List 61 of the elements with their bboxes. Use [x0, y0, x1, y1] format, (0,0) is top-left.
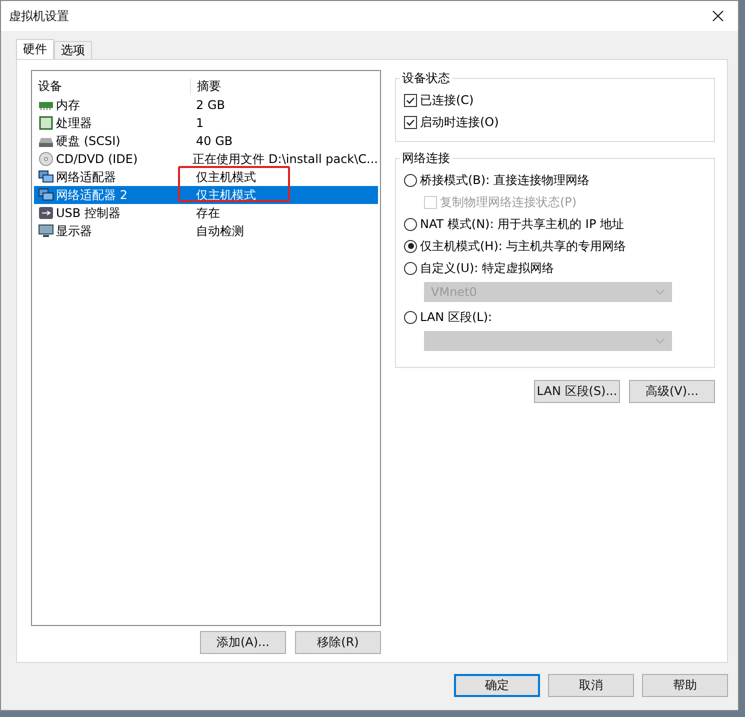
device-summary: 2 GB [195, 98, 225, 112]
disc-icon [38, 152, 54, 166]
device-summary: 正在使用文件 D:\install pack\C... [192, 150, 378, 168]
device-name: 显示器 [56, 222, 92, 240]
device-name: 网络适配器 2 [56, 186, 128, 204]
network-icon [38, 170, 54, 184]
device-row[interactable]: 网络适配器 仅主机模式 [34, 168, 378, 186]
group-title: 网络连接 [401, 150, 451, 167]
dialog-button[interactable]: 帮助 [642, 674, 728, 697]
radio-button[interactable] [404, 218, 417, 230]
device-summary: 仅主机模式 [195, 186, 256, 204]
device-summary: 自动检测 [195, 222, 244, 240]
checkbox[interactable] [404, 116, 417, 128]
device-name: 硬盘 (SCSI) [56, 132, 120, 150]
close-icon[interactable] [712, 10, 724, 22]
device-summary: 存在 [195, 204, 220, 222]
option-label: LAN 区段(L): [420, 308, 492, 326]
network-button[interactable]: LAN 区段(S)... [534, 380, 620, 403]
option-label: 自定义(U): 特定虚拟网络 [420, 260, 554, 276]
network-icon [38, 188, 54, 202]
device-name: 处理器 [56, 114, 92, 132]
radio-button[interactable] [404, 310, 417, 324]
radio-button[interactable] [404, 174, 417, 186]
device-button[interactable]: 添加(A)... [200, 631, 286, 654]
device-row[interactable]: 硬盘 (SCSI) 40 GB [34, 132, 378, 150]
device-summary: 1 [195, 116, 204, 130]
caret-icon [655, 338, 665, 344]
option-label: NAT 模式(N): 用于共享主机的 IP 地址 [420, 216, 624, 232]
radio-button[interactable] [404, 240, 417, 252]
dialog-button[interactable]: 取消 [548, 674, 634, 697]
device-row[interactable]: 网络适配器 2 仅主机模式 [34, 186, 378, 204]
device-name: 内存 [56, 96, 80, 114]
chip-icon [38, 116, 54, 130]
device-name: 网络适配器 [56, 168, 116, 186]
monitor-icon [38, 224, 54, 238]
caret-icon [655, 289, 665, 295]
device-name: USB 控制器 [56, 204, 120, 222]
checkbox[interactable] [404, 94, 417, 106]
tab[interactable]: 硬件 [16, 39, 54, 59]
device-summary: 40 GB [195, 134, 233, 148]
option-label: 仅主机模式(H): 与主机共享的专用网络 [420, 238, 626, 254]
device-row[interactable]: CD/DVD (IDE) 正在使用文件 D:\install pack\C... [34, 150, 378, 168]
option-label: 已连接(C) [420, 92, 474, 108]
device-summary: 仅主机模式 [195, 168, 256, 186]
option-label: 桥接模式(B): 直接连接物理网络 [420, 172, 590, 188]
device-row[interactable]: USB 控制器 存在 [34, 204, 378, 222]
dialog-button[interactable]: 确定 [454, 674, 540, 697]
device-button[interactable]: 移除(R) [295, 631, 381, 654]
column-header[interactable]: 设备 [34, 78, 190, 94]
network-button[interactable]: 高级(V)... [629, 380, 715, 403]
option-label: 启动时连接(O) [420, 114, 499, 130]
device-row[interactable]: 处理器 1 [34, 114, 378, 132]
window-title: 虚拟机设置 [9, 8, 69, 24]
group-title: 设备状态 [401, 70, 451, 87]
column-header[interactable]: 摘要 [190, 78, 221, 94]
radio-button[interactable] [404, 262, 417, 274]
tab[interactable]: 选项 [54, 41, 92, 59]
device-row[interactable]: 内存 2 GB [34, 96, 378, 114]
option-label: 复制物理网络连接状态(P) [440, 194, 577, 210]
device-row[interactable]: 显示器 自动检测 [34, 222, 378, 240]
device-name: CD/DVD (IDE) [56, 152, 138, 166]
